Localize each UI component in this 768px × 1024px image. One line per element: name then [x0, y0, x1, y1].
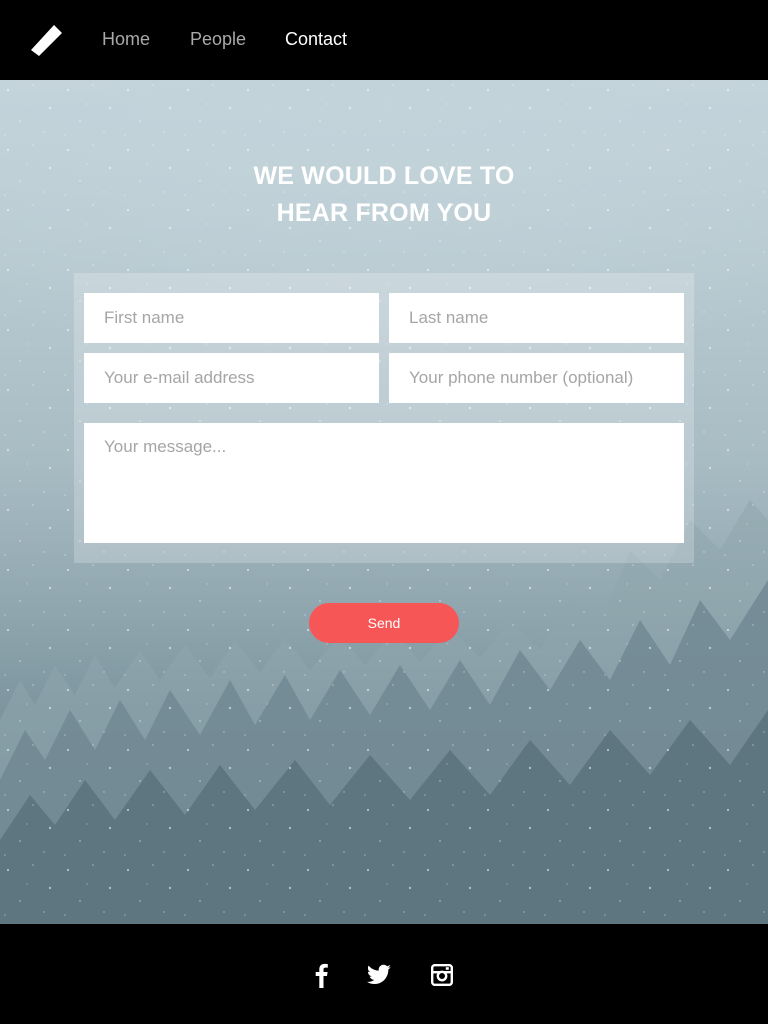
facebook-icon[interactable]: [313, 962, 329, 988]
email-input[interactable]: [84, 353, 379, 403]
send-button[interactable]: Send: [309, 603, 459, 643]
nav-link-people[interactable]: People: [190, 28, 246, 50]
heading-line-2: HEAR FROM YOU: [276, 199, 492, 227]
heading-line-1: WE WOULD LOVE TO: [253, 162, 515, 190]
nav-link-contact[interactable]: Contact: [285, 28, 347, 50]
instagram-icon[interactable]: [431, 962, 453, 988]
footer: [0, 924, 768, 1024]
pencil-stroke-icon[interactable]: [30, 24, 64, 58]
last-name-input[interactable]: [389, 293, 684, 343]
contact-hero: WE WOULD LOVE TO HEAR FROM YOU Send: [0, 80, 768, 924]
message-textarea[interactable]: [84, 423, 684, 543]
twitter-icon[interactable]: [366, 962, 392, 988]
top-nav-bar: Home People Contact: [0, 0, 768, 80]
nav-link-home[interactable]: Home: [102, 28, 150, 50]
page-heading: WE WOULD LOVE TO HEAR FROM YOU: [0, 158, 768, 232]
phone-input[interactable]: [389, 353, 684, 403]
first-name-input[interactable]: [84, 293, 379, 343]
